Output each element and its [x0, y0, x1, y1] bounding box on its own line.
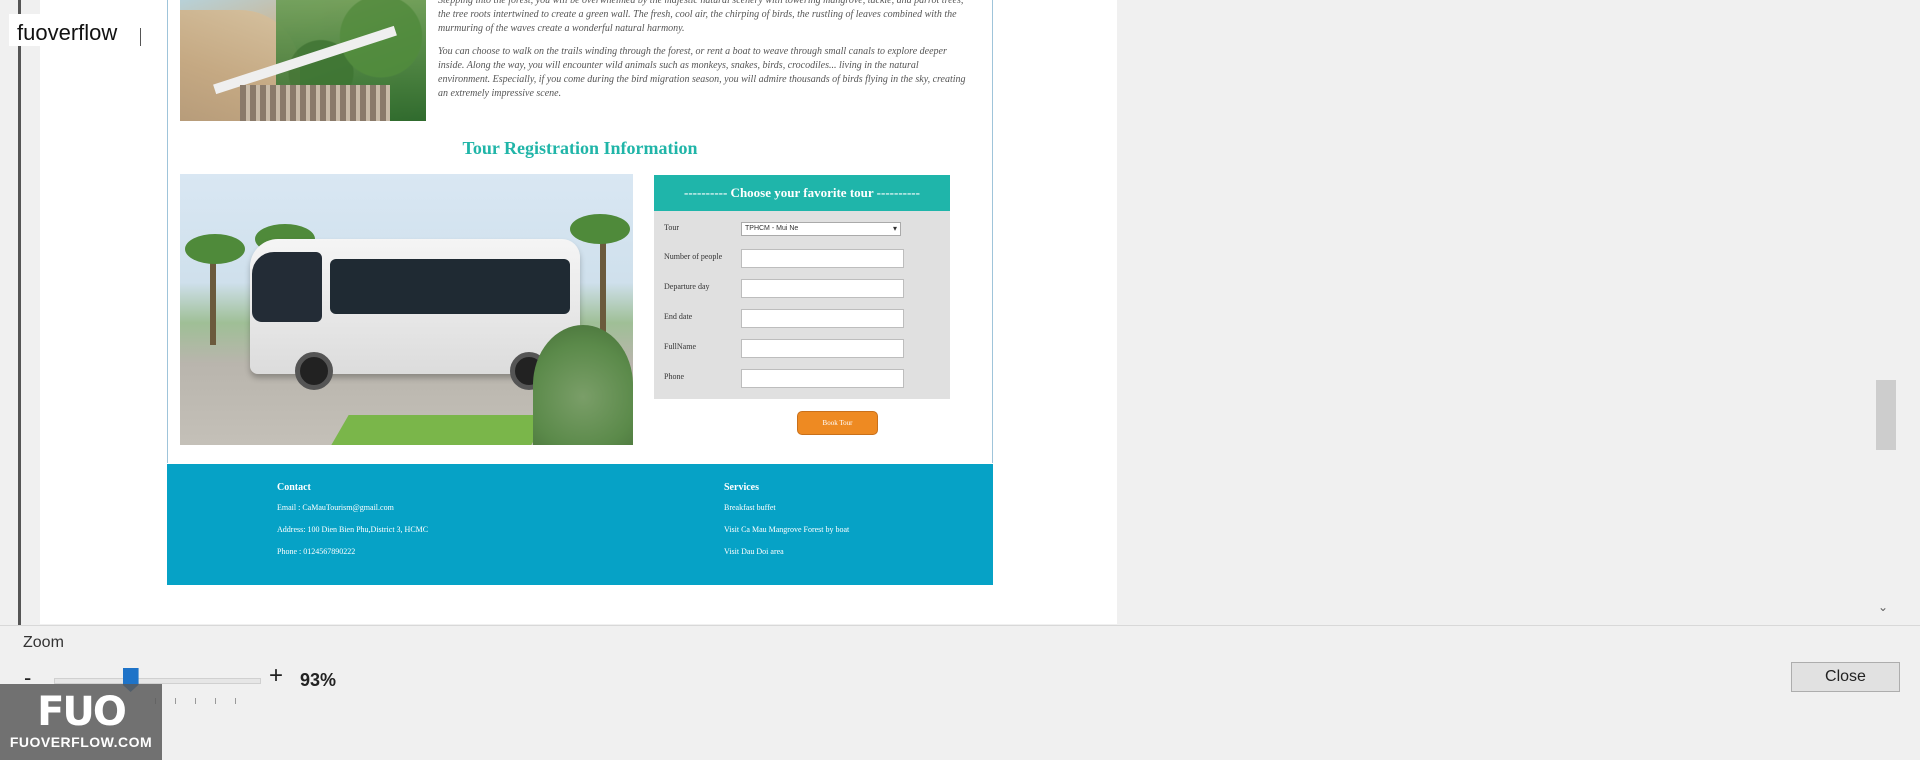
zoom-value: 93%: [300, 670, 337, 690]
services-column: Services Breakfast buffet Visit Ca Mau M…: [724, 482, 849, 569]
viewer-border: [18, 0, 21, 625]
text-cursor: [140, 28, 141, 46]
fuoverflow-logo: FUO FUOVERFLOW.COM: [0, 684, 162, 760]
form-header: ---------- Choose your favorite tour ---…: [654, 175, 950, 211]
intro-paragraph: Stepping into the forest, you will be ov…: [438, 0, 964, 34]
vertical-scrollbar[interactable]: [1870, 0, 1900, 625]
people-row: Number of people: [664, 249, 944, 269]
end-date-label: End date: [664, 312, 693, 321]
tour-row: Tour TPHCM - Mui Ne ▾: [664, 220, 944, 240]
scroll-down-icon[interactable]: ⌄: [1878, 600, 1888, 614]
scrollbar-thumb[interactable]: [1876, 380, 1896, 450]
preview-page: Stepping into the forest, you will be ov…: [40, 0, 1117, 624]
contact-column: Contact Email : CaMauTourism@gmail.com A…: [277, 482, 428, 569]
service-item: Visit Dau Doi area: [724, 547, 784, 556]
close-button[interactable]: Close: [1791, 662, 1900, 692]
bus-photo: [180, 174, 633, 445]
mangrove-photo: [180, 0, 426, 121]
document: Stepping into the forest, you will be ov…: [167, 0, 993, 585]
tour-select[interactable]: TPHCM - Mui Ne ▾: [741, 222, 901, 236]
tour-form: ---------- Choose your favorite tour ---…: [654, 175, 950, 399]
services-title: Services: [724, 482, 759, 493]
zoom-in-button[interactable]: +: [269, 662, 283, 690]
departure-label: Departure day: [664, 282, 710, 291]
tour-select-value: TPHCM - Mui Ne: [745, 225, 799, 232]
fullname-input[interactable]: [741, 339, 904, 358]
logo-mark: FUO: [37, 689, 127, 735]
departure-row: Departure day: [664, 279, 944, 299]
phone-row: Phone: [664, 369, 944, 389]
document-body: Stepping into the forest, you will be ov…: [167, 0, 993, 463]
people-input[interactable]: [741, 249, 904, 268]
book-tour-button[interactable]: Book Tour: [797, 411, 878, 435]
zoom-slider-ticks: [155, 698, 255, 704]
service-item: Breakfast buffet: [724, 503, 776, 512]
service-item: Visit Ca Mau Mangrove Forest by boat: [724, 525, 850, 534]
end-date-row: End date: [664, 309, 944, 329]
contact-email: Email : CaMauTourism@gmail.com: [277, 503, 394, 512]
phone-label: Phone: [664, 372, 684, 381]
registration-title: Tour Registration Information: [462, 138, 698, 158]
end-date-input[interactable]: [741, 309, 904, 328]
brand-text: fuoverflow: [17, 20, 118, 45]
contact-title: Contact: [277, 482, 311, 493]
fullname-label: FullName: [664, 342, 696, 351]
page-footer: Contact Email : CaMauTourism@gmail.com A…: [167, 464, 993, 585]
tour-label: Tour: [664, 223, 679, 232]
logo-site: FUOVERFLOW.COM: [9, 734, 153, 750]
contact-phone: Phone : 0124567890222: [277, 547, 356, 556]
contact-address: Address: 100 Dien Bien Phu,District 3, H…: [277, 525, 429, 534]
chevron-down-icon: ▾: [892, 224, 897, 233]
departure-input[interactable]: [741, 279, 904, 298]
zoom-label: Zoom: [23, 634, 64, 651]
activities-paragraph: You can choose to walk on the trails win…: [438, 46, 966, 99]
fullname-row: FullName: [664, 339, 944, 359]
print-preview-viewer: Stepping into the forest, you will be ov…: [0, 0, 1920, 626]
phone-input[interactable]: [741, 369, 904, 388]
people-label: Number of people: [664, 252, 723, 261]
